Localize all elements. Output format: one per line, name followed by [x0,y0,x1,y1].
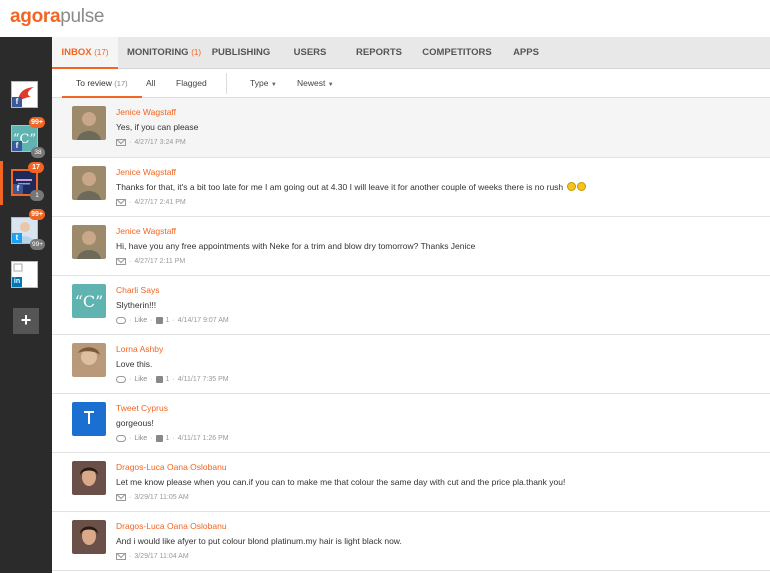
quote-logo-icon: “C” [72,284,106,318]
agorapulse-logo[interactable]: agorapulse [10,6,104,28]
type-dropdown[interactable]: Type ▼ [250,69,277,98]
facebook-icon: f [12,97,22,107]
comment-icon [116,376,126,383]
tab-reports[interactable]: REPORTS [350,37,408,69]
message-meta: · 4/27/17 3:24 PM [116,139,186,146]
sort-dropdown[interactable]: Newest ▼ [297,69,334,98]
envelope-icon [116,199,126,206]
like-count: 1 [165,317,170,324]
message-item[interactable]: Dragos-Luca Oana Oslobanu Let me know pl… [52,453,770,512]
main-nav: INBOX (17) MONITORING (1) PUBLISHING USE… [52,37,770,69]
envelope-icon [116,139,126,146]
thumbs-up-icon [155,317,163,324]
message-item[interactable]: Jenice Wagstaff Thanks for that, it's a … [52,158,770,217]
thumbs-up-icon [155,435,163,442]
tweet-cyprus-logo-icon [72,402,106,436]
message-item[interactable]: Tweet Cyprus gorgeous! · Like · 1 · 4/11/17 1… [52,394,770,453]
avatar [72,461,106,495]
like-button[interactable]: Like [134,376,147,383]
message-meta: · 4/27/17 2:11 PM [116,258,185,265]
account-charli-says[interactable]: “C” f 99+ 38 [11,117,45,158]
secondary-count-badge: 38 [31,147,45,158]
message-text: gorgeous! [116,418,154,428]
comment-icon [116,435,126,442]
message-text: Slytherin!!! [116,300,157,310]
comment-icon [116,317,126,324]
avatar [72,106,106,140]
avatar [72,343,106,377]
selected-account-indicator [0,161,3,205]
message-item[interactable]: “C” Charli Says Slytherin!!! · Like · 1 · 4/1… [52,276,770,335]
accounts-sidebar: f “C” f 99+ 38 f 17 1 t 99+ 99+ in + [0,37,52,573]
tab-monitoring[interactable]: MONITORING (1) [124,37,204,69]
account-twitter[interactable]: t 99+ 99+ [11,209,45,250]
caret-down-icon: ▼ [327,82,334,88]
linkedin-icon: in [12,277,22,287]
filter-all[interactable]: All [146,69,155,98]
secondary-count-badge: 1 [30,190,44,201]
thumbs-up-icon [155,376,163,383]
facebook-icon: f [12,141,22,151]
avatar [72,225,106,259]
like-button[interactable]: Like [134,317,147,324]
message-meta: · 3/29/17 11:04 AM [116,553,189,560]
message-meta: · Like · 1 · 4/14/17 9:07 AM [116,317,229,324]
message-text: Thanks for that, it's a bit too late for… [116,182,586,192]
message-text: And i would like afyer to put colour blo… [116,536,402,546]
envelope-icon [116,258,126,265]
message-author[interactable]: Jenice Wagstaff [116,107,176,117]
account-page-facebook[interactable]: f [11,81,38,108]
filter-to-review[interactable]: To review (17) [62,69,142,98]
account-linkedin[interactable]: in [11,261,38,288]
message-author[interactable]: Lorna Ashby [116,344,163,354]
message-author[interactable]: Tweet Cyprus [116,403,168,413]
unread-badge: 99+ [29,209,45,220]
message-author[interactable]: Dragos-Luca Oana Oslobanu [116,521,227,531]
message-text: Yes, if you can please [116,122,199,132]
tab-publishing[interactable]: PUBLISHING [208,37,274,69]
caret-down-icon: ▼ [270,82,277,88]
message-text: Love this. [116,359,153,369]
message-item[interactable]: Dragos-Luca Oana Oslobanu And i would li… [52,512,770,571]
avatar [72,166,106,200]
message-author[interactable]: Jenice Wagstaff [116,167,176,177]
like-count: 1 [165,435,170,442]
like-button[interactable]: Like [134,435,147,442]
envelope-icon [116,553,126,560]
message-meta: · 4/27/17 2:41 PM [116,199,186,206]
filter-bar: To review (17) All Flagged Type ▼ Newest… [52,69,770,98]
like-count: 1 [165,376,170,383]
message-text: Let me know please when you can.if you c… [116,477,566,487]
account-salon-page[interactable]: f 17 1 [11,162,44,201]
tab-users[interactable]: USERS [286,37,334,69]
unread-badge: 17 [28,162,44,173]
tab-competitors[interactable]: COMPETITORS [418,37,496,69]
message-author[interactable]: Dragos-Luca Oana Oslobanu [116,462,227,472]
message-item[interactable]: Jenice Wagstaff Hi, have you any free ap… [52,217,770,276]
message-item[interactable]: Lorna Ashby Love this. · Like · 1 · 4/11/17 7… [52,335,770,394]
message-meta: · 3/29/17 11:05 AM [116,494,189,501]
message-meta: · Like · 1 · 4/11/17 1:26 PM [116,435,229,442]
message-meta: · Like · 1 · 4/11/17 7:35 PM [116,376,229,383]
tab-apps[interactable]: APPS [506,37,546,69]
unread-badge: 99+ [29,117,45,128]
message-text: Hi, have you any free appointments with … [116,241,476,251]
twitter-icon: t [12,233,22,243]
tab-inbox[interactable]: INBOX (17) [52,37,118,69]
top-bar: agorapulse [0,0,770,37]
smiley-emoji-icon [566,182,576,191]
secondary-count-badge: 99+ [29,239,45,250]
facebook-icon: f [13,184,23,194]
message-author[interactable]: Charli Says [116,285,159,295]
smiley-emoji-icon [576,182,586,191]
avatar [72,520,106,554]
message-author[interactable]: Jenice Wagstaff [116,226,176,236]
envelope-icon [116,494,126,501]
message-item[interactable]: Jenice Wagstaff Yes, if you can please ·… [52,98,770,158]
filter-flagged[interactable]: Flagged [176,69,207,98]
filter-divider [226,73,227,94]
add-account-button[interactable]: + [13,308,39,334]
